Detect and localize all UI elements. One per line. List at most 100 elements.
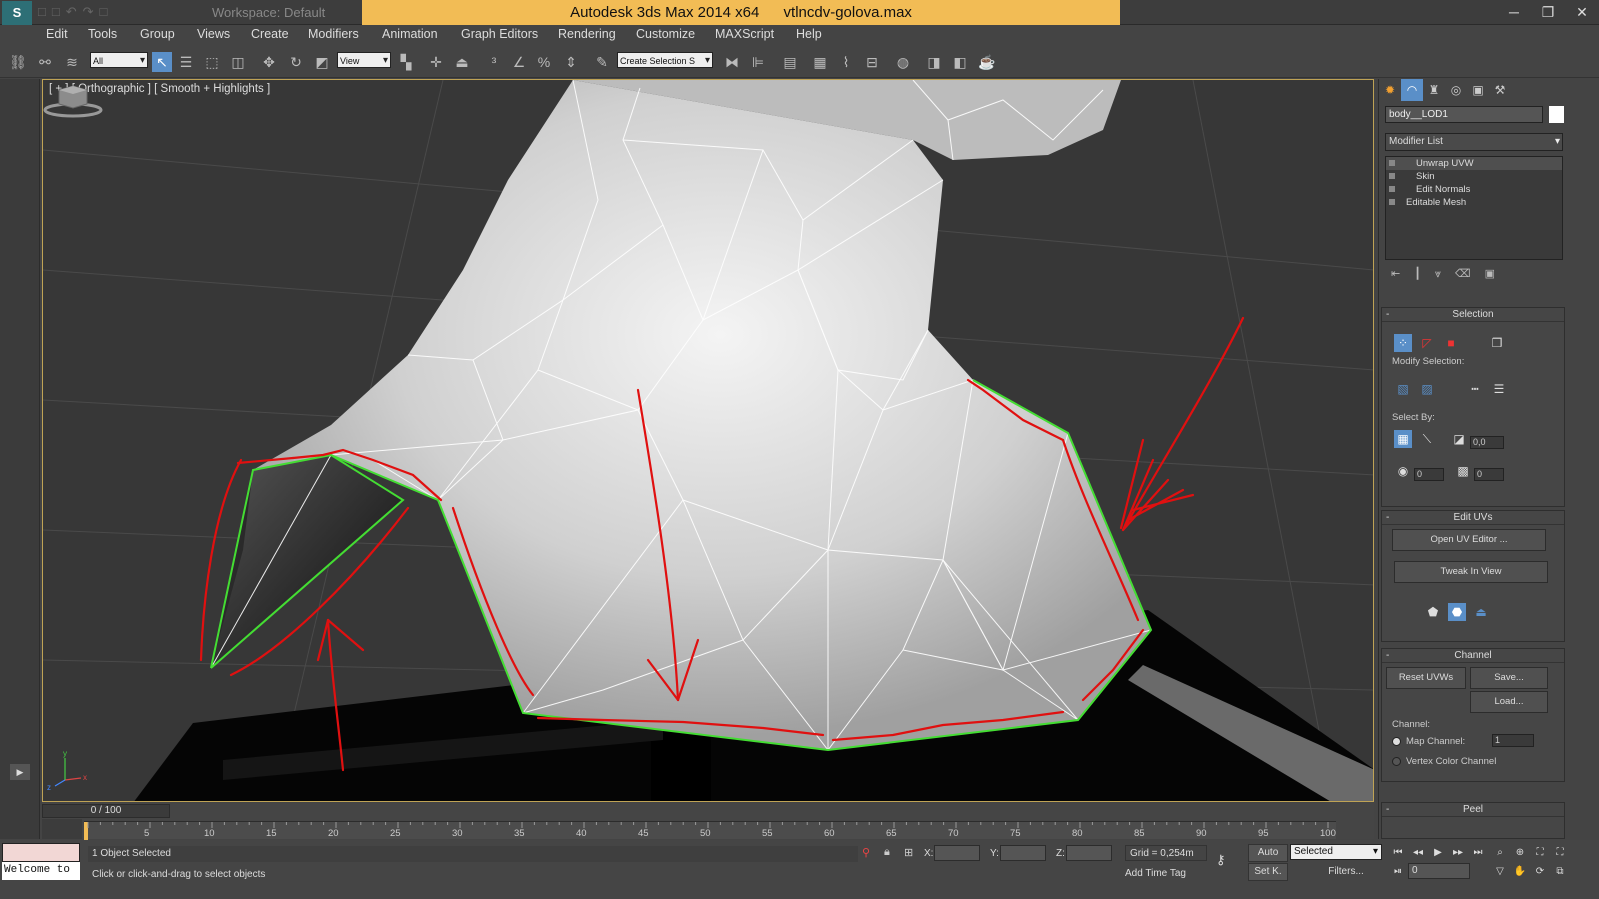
motion-tab-icon[interactable]: ◎ — [1445, 79, 1467, 101]
align-icon[interactable]: ⊫ — [748, 52, 768, 72]
object-name-field[interactable]: body__LOD1 — [1385, 106, 1543, 123]
polygon-mode-icon[interactable]: ■ — [1442, 334, 1460, 352]
select-by-smg-icon[interactable]: ◉ — [1394, 462, 1412, 480]
link-icon[interactable]: ⛓ — [8, 52, 28, 72]
pan-icon[interactable]: ✋ — [1512, 864, 1528, 880]
minimize-button[interactable]: ─ — [1497, 0, 1531, 25]
selection-filter-dropdown[interactable]: All — [90, 52, 148, 69]
set-key-button[interactable]: Set K. — [1248, 863, 1288, 881]
zoom-icon[interactable]: ⌕ — [1492, 845, 1508, 861]
loop-selection-icon[interactable]: ┅ — [1466, 380, 1484, 398]
menu-modifiers[interactable]: Modifiers — [308, 27, 359, 41]
spinner-snap-icon[interactable]: ⇕ — [561, 52, 581, 72]
selection-rollout-header[interactable]: - Selection — [1382, 308, 1564, 322]
planar-angle-spinner[interactable]: 0,0 — [1470, 436, 1504, 449]
align-gizmo-icon[interactable]: ⏏ — [1472, 603, 1490, 621]
element-mode-icon[interactable]: ❒ — [1488, 334, 1506, 352]
ring-selection-icon[interactable]: ☰ — [1490, 380, 1508, 398]
isolate-icon[interactable]: ⚲ — [862, 846, 872, 860]
utilities-tab-icon[interactable]: ⚒ — [1489, 79, 1511, 101]
shrink-selection-icon[interactable]: ▨ — [1418, 380, 1436, 398]
ignore-backfacing-icon[interactable]: ⟍ — [1418, 430, 1436, 448]
z-coord-field[interactable] — [1066, 845, 1112, 861]
map-channel-spinner[interactable]: 1 — [1492, 734, 1534, 747]
render-production-icon[interactable]: ☕ — [977, 52, 997, 72]
material-editor-icon[interactable]: ◍ — [893, 52, 913, 72]
select-by-mat-id-icon[interactable]: ▩ — [1454, 462, 1472, 480]
keyboard-shortcut-icon[interactable]: ⏏ — [452, 52, 472, 72]
menu-views[interactable]: Views — [197, 27, 230, 41]
zoom-extents-icon[interactable]: ⛶ — [1532, 845, 1548, 861]
y-coord-field[interactable] — [1000, 845, 1046, 861]
object-color-swatch[interactable] — [1549, 106, 1564, 123]
maxscript-listener[interactable] — [2, 843, 80, 862]
scale-icon[interactable]: ◩ — [312, 52, 332, 72]
open-uv-editor-button[interactable]: Open UV Editor ... — [1392, 529, 1546, 551]
load-uvw-button[interactable]: Load... — [1470, 691, 1548, 713]
orbit-icon[interactable]: ⟳ — [1532, 864, 1548, 880]
edit-uvs-rollout-header[interactable]: - Edit UVs — [1382, 511, 1564, 525]
maximize-button[interactable]: ❐ — [1531, 0, 1565, 25]
workspace-selector[interactable]: Workspace: Default — [212, 0, 362, 25]
x-coord-field[interactable] — [934, 845, 980, 861]
select-object-icon[interactable]: ↖ — [152, 52, 172, 72]
menu-rendering[interactable]: Rendering — [558, 27, 616, 41]
maximize-viewport-icon[interactable]: ⧉ — [1552, 864, 1568, 880]
create-tab-icon[interactable]: ✹ — [1379, 79, 1401, 101]
stack-tools[interactable]: ⇤┃⩔⌫▣ — [1385, 267, 1563, 283]
graphite-ribbon-icon[interactable]: ▦ — [810, 52, 830, 72]
bind-space-warp-icon[interactable]: ≋ — [62, 52, 82, 72]
move-icon[interactable]: ✥ — [259, 52, 279, 72]
viewport-orthographic[interactable]: x y z [ + ] [ Orthographic ] [ Smooth + … — [42, 79, 1374, 802]
track-bar[interactable]: 5 10 15 20 25 30 35 40 45 50 55 60 65 70… — [84, 821, 1336, 840]
display-tab-icon[interactable]: ▣ — [1467, 79, 1489, 101]
key-filter-dropdown[interactable]: Selected — [1290, 844, 1382, 860]
goto-end-icon[interactable]: ⏭ — [1470, 845, 1486, 861]
absolute-mode-icon[interactable]: ⊞ — [904, 846, 916, 860]
app-logo[interactable]: S — [2, 1, 32, 25]
percent-snap-icon[interactable]: % — [534, 52, 554, 72]
menu-help[interactable]: Help — [796, 27, 822, 41]
modify-tab-icon[interactable]: ◠ — [1401, 79, 1423, 101]
zoom-extents-all-icon[interactable]: ⛶ — [1552, 845, 1568, 861]
modifier-list-dropdown[interactable]: Modifier List — [1385, 133, 1563, 151]
manipulate-icon[interactable]: ✛ — [426, 52, 446, 72]
stack-item-edit-normals[interactable]: Edit Normals — [1386, 183, 1562, 196]
layer-manager-icon[interactable]: ▤ — [780, 52, 800, 72]
play-icon[interactable]: ▶ — [10, 764, 30, 780]
select-by-element-icon[interactable]: ▦ — [1394, 430, 1412, 448]
map-channel-radio[interactable] — [1392, 737, 1401, 746]
stack-item-editable-mesh[interactable]: Editable Mesh — [1386, 196, 1562, 209]
edge-mode-icon[interactable]: ◸ — [1418, 334, 1436, 352]
current-frame-field[interactable]: 0 — [1408, 863, 1470, 879]
add-time-tag[interactable]: Add Time Tag — [1125, 866, 1215, 882]
zoom-all-icon[interactable]: ⊕ — [1512, 845, 1528, 861]
quick-map-gizmo-icon[interactable]: ⬣ — [1448, 603, 1466, 621]
quick-planar-icon[interactable]: ⬟ — [1424, 603, 1442, 621]
rendered-frame-icon[interactable]: ◧ — [950, 52, 970, 72]
stack-item-unwrap-uvw[interactable]: Unwrap UVW — [1386, 157, 1562, 170]
stack-item-skin[interactable]: Skin — [1386, 170, 1562, 183]
window-crossing-icon[interactable]: ◫ — [228, 52, 248, 72]
menu-create[interactable]: Create — [251, 27, 289, 41]
grow-selection-icon[interactable]: ▧ — [1394, 380, 1412, 398]
hierarchy-tab-icon[interactable]: ♜ — [1423, 79, 1445, 101]
prev-frame-icon[interactable]: ◂◂ — [1410, 845, 1426, 861]
menu-animation[interactable]: Animation — [382, 27, 438, 41]
render-setup-icon[interactable]: ◨ — [924, 52, 944, 72]
menu-group[interactable]: Group — [140, 27, 175, 41]
close-button[interactable]: ✕ — [1565, 0, 1599, 25]
planar-angle-icon[interactable]: ◪ — [1450, 430, 1468, 448]
reset-uvws-button[interactable]: Reset UVWs — [1386, 667, 1466, 689]
rotate-icon[interactable]: ↻ — [286, 52, 306, 72]
viewcube-icon[interactable] — [43, 80, 103, 120]
next-frame-icon[interactable]: ▸▸ — [1450, 845, 1466, 861]
save-uvw-button[interactable]: Save... — [1470, 667, 1548, 689]
edit-named-selection-icon[interactable]: ✎ — [592, 52, 612, 72]
channel-rollout-header[interactable]: - Channel — [1382, 649, 1564, 663]
angle-snap-icon[interactable]: ∠ — [509, 52, 529, 72]
named-selection-dropdown[interactable]: Create Selection S — [617, 52, 713, 69]
field-of-view-icon[interactable]: ▽ — [1492, 864, 1508, 880]
mini-curve-editor-icon[interactable] — [42, 819, 82, 839]
menu-customize[interactable]: Customize — [636, 27, 695, 41]
